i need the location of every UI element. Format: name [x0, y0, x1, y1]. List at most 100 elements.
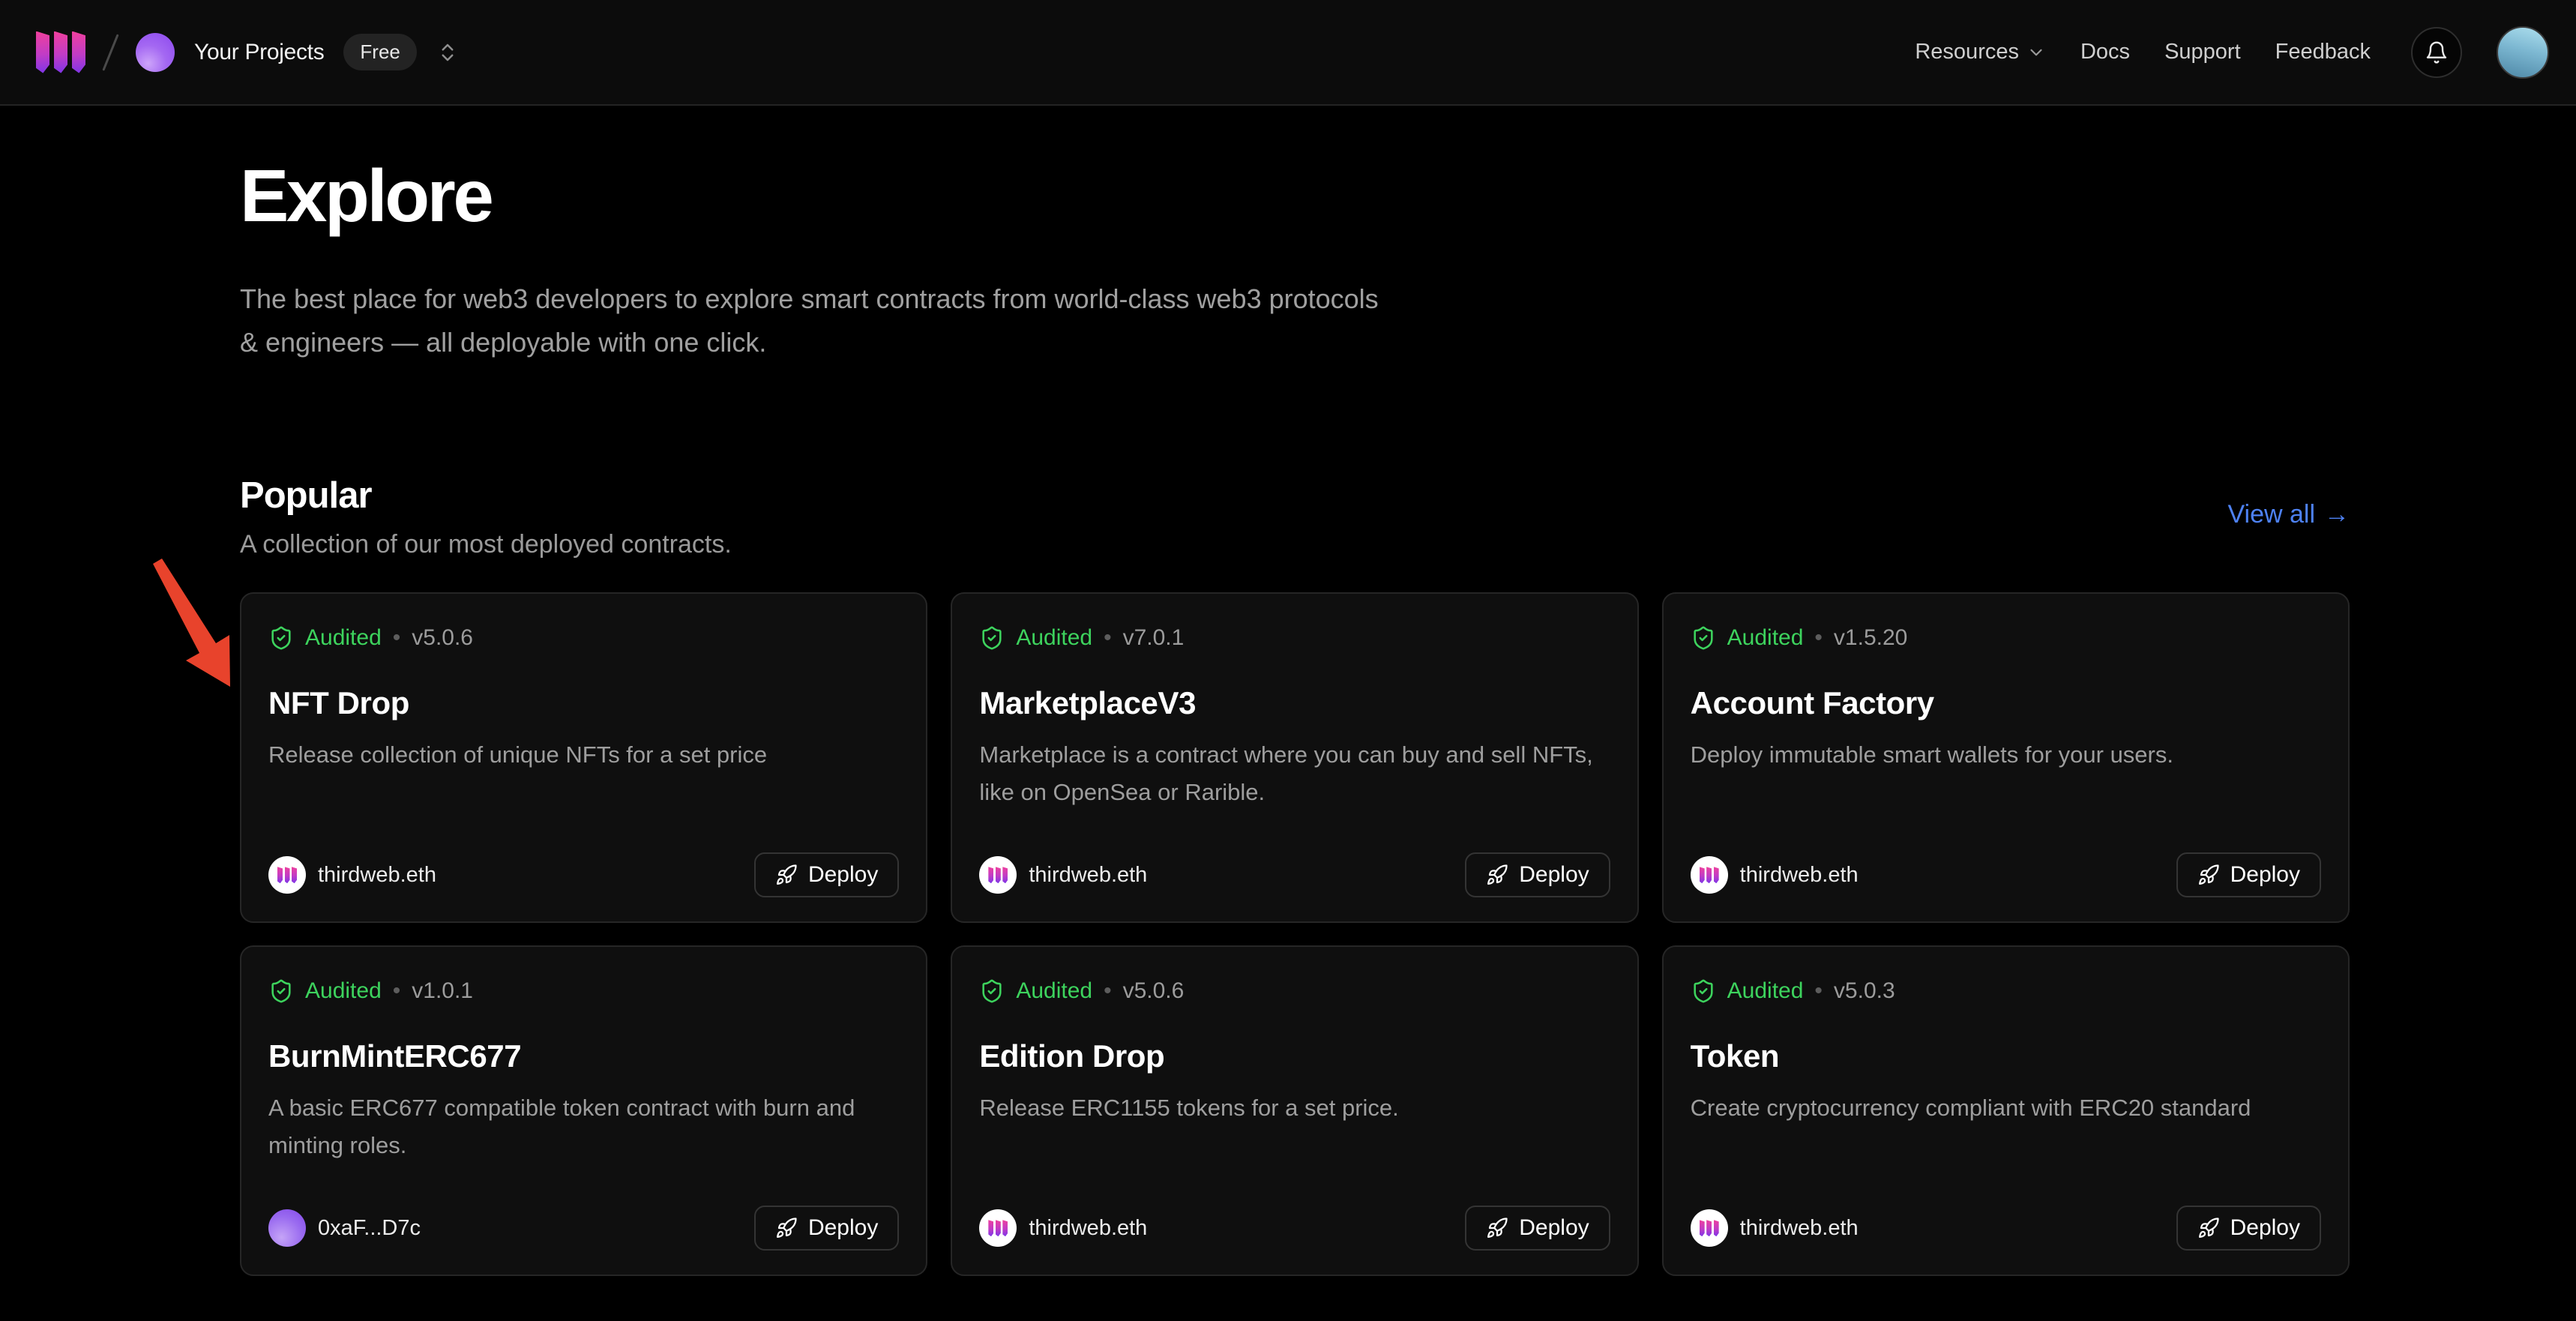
shield-check-icon [1691, 978, 1716, 1004]
contract-card[interactable]: Audited • v1.5.20 Account Factory Deploy… [1662, 592, 2350, 923]
chevron-down-icon [2026, 43, 2046, 62]
contract-card[interactable]: Audited • v1.0.1 BurnMintERC677 A basic … [240, 945, 927, 1276]
contract-title: NFT Drop [268, 685, 899, 721]
nav-support-label: Support [2164, 40, 2241, 64]
thirdweb-mini-logo-icon [988, 867, 1008, 883]
publisher-name: thirdweb.eth [318, 863, 436, 888]
publisher-avatar [1691, 856, 1728, 894]
deploy-button[interactable]: Deploy [754, 1206, 899, 1251]
publisher-link[interactable]: thirdweb.eth [1691, 1209, 1859, 1247]
project-avatar[interactable] [136, 33, 175, 72]
contract-card[interactable]: Audited • v5.0.6 Edition Drop Release ER… [951, 945, 1638, 1276]
card-footer: thirdweb.eth Deploy [1691, 1206, 2321, 1251]
rocket-icon [775, 864, 798, 886]
shield-check-icon [979, 978, 1005, 1004]
logo-bar [54, 31, 67, 73]
nav-resources-label: Resources [1915, 40, 2019, 64]
contract-title: BurnMintERC677 [268, 1038, 899, 1074]
user-avatar[interactable] [2497, 26, 2549, 79]
project-name[interactable]: Your Projects [194, 40, 324, 65]
thirdweb-mini-logo-icon [1700, 867, 1719, 883]
dot-separator: • [1814, 978, 1823, 1004]
publisher-name: thirdweb.eth [1029, 863, 1147, 888]
version-label: v1.5.20 [1834, 625, 1907, 651]
shield-check-icon [979, 625, 1005, 651]
audited-badge: Audited [1727, 625, 1804, 651]
publisher-name: 0xaF...D7c [318, 1216, 421, 1241]
dot-separator: • [1104, 625, 1112, 651]
contract-description: Release collection of unique NFTs for a … [268, 736, 899, 774]
project-switcher-button[interactable] [436, 41, 459, 64]
top-header: Your Projects Free Resources Docs Suppor… [0, 0, 2576, 106]
card-meta-row: Audited • v5.0.3 [1691, 978, 2321, 1004]
card-meta-row: Audited • v1.5.20 [1691, 625, 2321, 651]
contract-description: Create cryptocurrency compliant with ERC… [1691, 1089, 2321, 1127]
thirdweb-mini-logo-icon [988, 1220, 1008, 1236]
rocket-icon [775, 1217, 798, 1239]
publisher-avatar [979, 856, 1017, 894]
rocket-icon [2197, 1217, 2220, 1239]
contract-card[interactable]: Audited • v7.0.1 MarketplaceV3 Marketpla… [951, 592, 1638, 923]
breadcrumb-separator [102, 34, 118, 70]
card-meta-row: Audited • v7.0.1 [979, 625, 1610, 651]
nav-resources[interactable]: Resources [1915, 40, 2046, 64]
contract-title: Token [1691, 1038, 2321, 1074]
view-all-link[interactable]: View all → [2227, 500, 2350, 529]
logo-bar [72, 31, 85, 73]
publisher-link[interactable]: thirdweb.eth [979, 856, 1147, 894]
deploy-button[interactable]: Deploy [754, 852, 899, 897]
publisher-link[interactable]: thirdweb.eth [1691, 856, 1859, 894]
dot-separator: • [393, 625, 401, 651]
publisher-avatar [268, 1209, 306, 1247]
deploy-label: Deploy [1519, 1215, 1589, 1241]
nav-docs[interactable]: Docs [2080, 40, 2130, 64]
publisher-avatar [979, 1209, 1017, 1247]
version-label: v1.0.1 [412, 978, 473, 1004]
card-meta-row: Audited • v1.0.1 [268, 978, 899, 1004]
nav-support[interactable]: Support [2164, 40, 2241, 64]
arrow-right-icon: → [2324, 500, 2350, 529]
card-footer: thirdweb.eth Deploy [979, 852, 1610, 897]
contract-card[interactable]: Audited • v5.0.6 NFT Drop Release collec… [240, 592, 927, 923]
deploy-button[interactable]: Deploy [2176, 852, 2321, 897]
popular-section-header: Popular A collection of our most deploye… [240, 475, 2350, 559]
page-description: The best place for web3 developers to ex… [240, 277, 1387, 364]
publisher-link[interactable]: 0xaF...D7c [268, 1209, 421, 1247]
nav-docs-label: Docs [2080, 40, 2130, 64]
contract-card-grid: Audited • v5.0.6 NFT Drop Release collec… [240, 592, 2350, 1276]
deploy-button[interactable]: Deploy [1465, 1206, 1610, 1251]
audited-badge: Audited [1727, 978, 1804, 1004]
rocket-icon [1486, 1217, 1508, 1239]
notifications-button[interactable] [2411, 27, 2462, 78]
contract-description: Deploy immutable smart wallets for your … [1691, 736, 2321, 774]
version-label: v5.0.6 [1123, 978, 1185, 1004]
thirdweb-logo-icon[interactable] [36, 31, 85, 73]
card-footer: 0xaF...D7c Deploy [268, 1206, 899, 1251]
publisher-link[interactable]: thirdweb.eth [268, 856, 436, 894]
rocket-icon [1486, 864, 1508, 886]
version-label: v5.0.6 [412, 625, 473, 651]
deploy-button[interactable]: Deploy [1465, 852, 1610, 897]
header-left: Your Projects Free [36, 31, 459, 73]
dot-separator: • [1814, 625, 1823, 651]
nav-feedback[interactable]: Feedback [2275, 40, 2371, 64]
contract-title: MarketplaceV3 [979, 685, 1610, 721]
dot-separator: • [393, 978, 401, 1004]
page-title: Explore [240, 154, 2350, 238]
header-right: Resources Docs Support Feedback [1915, 26, 2549, 79]
publisher-link[interactable]: thirdweb.eth [979, 1209, 1147, 1247]
rocket-icon [2197, 864, 2220, 886]
card-meta-row: Audited • v5.0.6 [979, 978, 1610, 1004]
contract-card[interactable]: Audited • v5.0.3 Token Create cryptocurr… [1662, 945, 2350, 1276]
contract-description: Marketplace is a contract where you can … [979, 736, 1610, 811]
bell-icon [2425, 40, 2449, 64]
deploy-label: Deploy [1519, 862, 1589, 888]
chevrons-up-down-icon [436, 41, 459, 64]
deploy-label: Deploy [2230, 1215, 2300, 1241]
thirdweb-mini-logo-icon [277, 867, 297, 883]
version-label: v5.0.3 [1834, 978, 1895, 1004]
contract-description: Release ERC1155 tokens for a set price. [979, 1089, 1610, 1127]
publisher-name: thirdweb.eth [1029, 1216, 1147, 1241]
publisher-avatar [1691, 1209, 1728, 1247]
deploy-button[interactable]: Deploy [2176, 1206, 2321, 1251]
